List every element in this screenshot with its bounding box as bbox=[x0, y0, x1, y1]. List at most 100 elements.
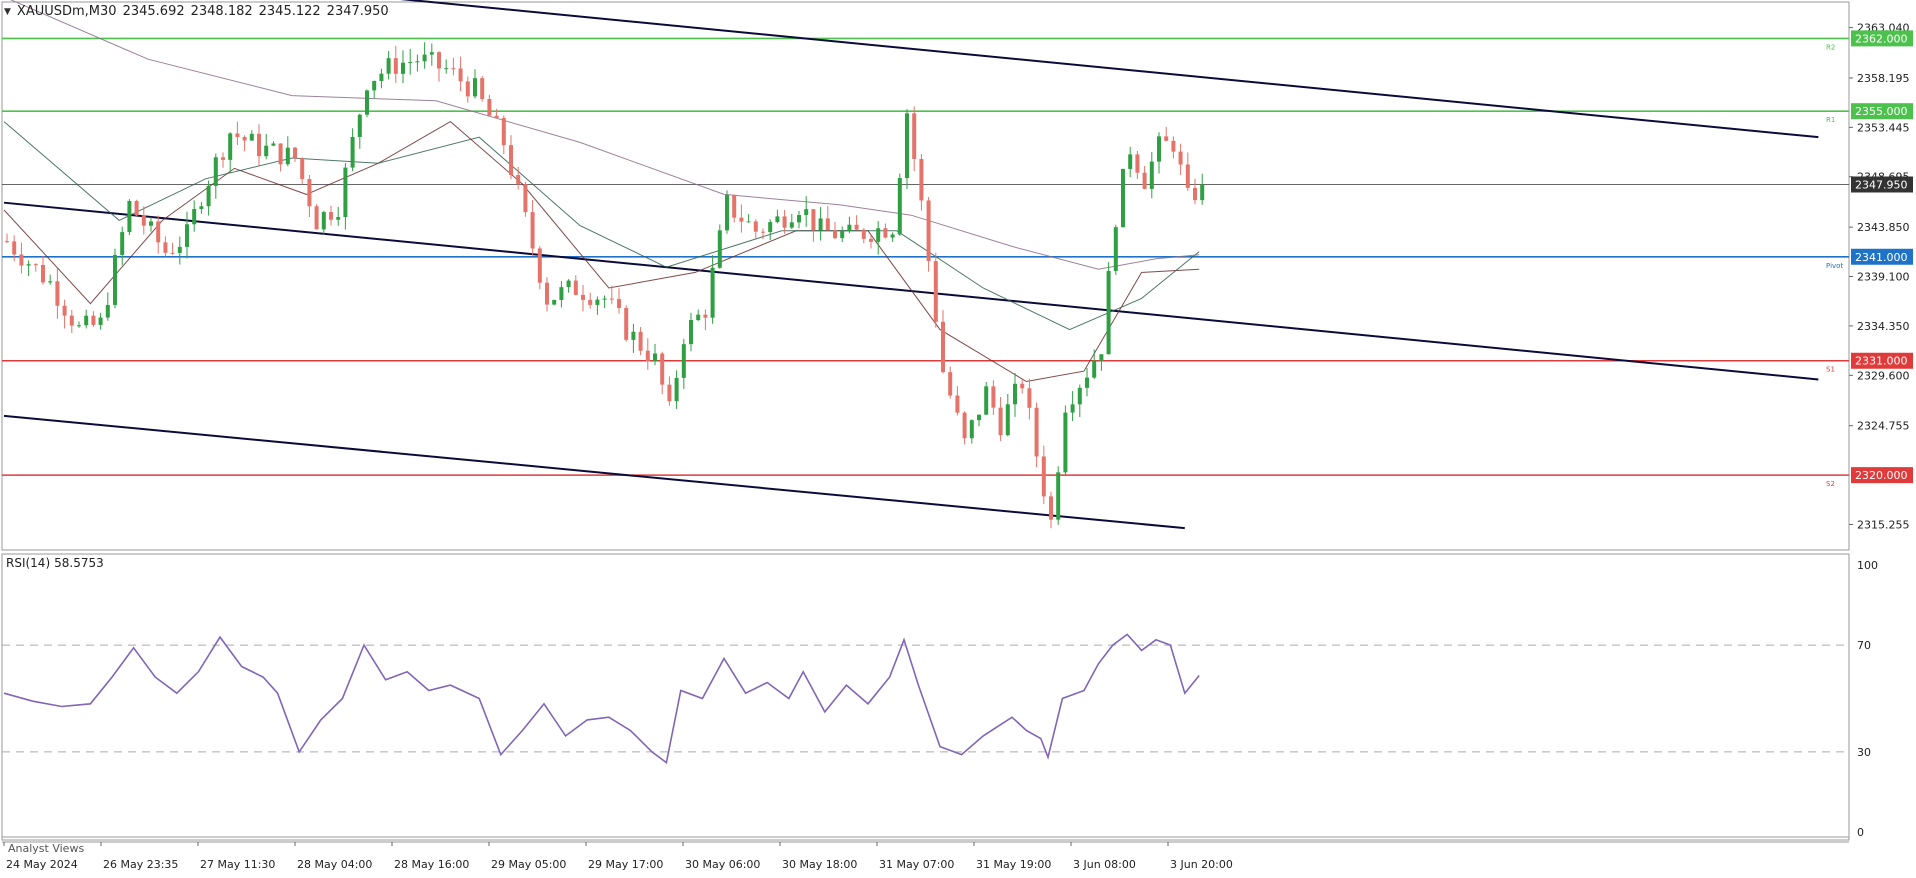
candle-body bbox=[350, 136, 355, 168]
candle-body bbox=[1200, 184, 1205, 201]
candle bbox=[667, 376, 672, 406]
candle-body bbox=[746, 221, 751, 223]
candle bbox=[1099, 354, 1104, 371]
candle bbox=[1164, 126, 1169, 142]
candle bbox=[408, 48, 413, 75]
candle-body bbox=[12, 241, 17, 255]
candle-body bbox=[77, 325, 81, 327]
candle-body bbox=[530, 212, 535, 249]
candle-body bbox=[141, 215, 146, 226]
candle bbox=[955, 386, 960, 416]
price-tag-2355.000: 2355.000 bbox=[1855, 105, 1908, 118]
candle bbox=[213, 153, 218, 199]
candle bbox=[674, 370, 679, 409]
candle-body bbox=[588, 299, 593, 305]
candle bbox=[41, 255, 45, 285]
price-tick-label: 2315.255 bbox=[1857, 518, 1910, 531]
candle bbox=[437, 51, 441, 82]
candle bbox=[473, 69, 477, 99]
candle-body bbox=[213, 157, 218, 186]
candle bbox=[631, 323, 636, 353]
candle-body bbox=[113, 254, 117, 305]
candle-body bbox=[156, 221, 161, 243]
candle bbox=[386, 51, 391, 80]
candle-body bbox=[62, 305, 67, 316]
candle bbox=[26, 260, 31, 277]
candle bbox=[149, 217, 153, 232]
candle bbox=[804, 196, 809, 227]
candle-body bbox=[221, 157, 225, 160]
candle bbox=[861, 228, 866, 244]
candle bbox=[264, 133, 269, 160]
candle bbox=[746, 214, 751, 223]
candle bbox=[177, 236, 182, 265]
candle bbox=[1063, 405, 1068, 476]
candle bbox=[120, 226, 125, 266]
candle bbox=[350, 128, 355, 172]
candle-body bbox=[206, 185, 211, 207]
candle-body bbox=[134, 200, 139, 216]
candle-body bbox=[631, 331, 636, 340]
open-value: 2345.692 bbox=[122, 4, 185, 19]
candle bbox=[854, 215, 859, 230]
candle-body bbox=[437, 52, 441, 69]
candles-layer bbox=[5, 42, 1205, 529]
candle bbox=[329, 205, 333, 226]
candle-body bbox=[602, 298, 607, 300]
candle-body bbox=[105, 304, 110, 318]
candle bbox=[530, 200, 535, 257]
candle bbox=[300, 157, 305, 184]
candle-body bbox=[869, 238, 873, 242]
candle-body bbox=[41, 264, 45, 283]
candle bbox=[321, 210, 326, 235]
high-value: 2348.182 bbox=[190, 4, 253, 19]
candle-body bbox=[775, 216, 780, 223]
candle-body bbox=[725, 195, 729, 231]
candle-body bbox=[941, 321, 945, 373]
candle-body bbox=[696, 314, 701, 321]
candle-body bbox=[393, 58, 398, 74]
candle-body bbox=[1005, 404, 1010, 436]
time-tick-label: 29 May 17:00 bbox=[588, 858, 663, 871]
candle bbox=[1085, 367, 1089, 397]
candle-body bbox=[797, 215, 801, 223]
candle-body bbox=[98, 317, 103, 325]
candle bbox=[984, 382, 989, 416]
candle-body bbox=[242, 136, 247, 141]
close-value: 2347.950 bbox=[326, 4, 389, 19]
analyst-views-label[interactable]: Analyst Views bbox=[8, 842, 84, 855]
candle bbox=[494, 108, 499, 119]
candle bbox=[1070, 391, 1075, 421]
candle-body bbox=[458, 68, 463, 82]
price-tag-2347.950: 2347.950 bbox=[1855, 178, 1908, 191]
price-tag-2331.000: 2331.000 bbox=[1855, 355, 1908, 368]
candle bbox=[797, 210, 801, 229]
candle-body bbox=[1106, 270, 1111, 355]
time-tick-label: 24 May 2024 bbox=[6, 858, 78, 871]
candle-body bbox=[264, 145, 269, 157]
rsi-header: RSI(14) 58.5753 bbox=[6, 556, 104, 570]
chart-header: ▼ XAUUSDm,M30 2345.692 2348.182 2345.122… bbox=[4, 4, 389, 20]
candle-body bbox=[710, 267, 715, 318]
price-tag-2341.000: 2341.000 bbox=[1855, 251, 1908, 264]
channel-line-middle bbox=[3, 201, 1819, 381]
candle bbox=[451, 57, 456, 76]
candle bbox=[768, 219, 773, 240]
candle bbox=[458, 56, 463, 92]
candle bbox=[84, 309, 89, 329]
candle bbox=[1171, 136, 1176, 159]
candle-body bbox=[465, 81, 470, 97]
collapse-triangle-icon[interactable]: ▼ bbox=[4, 4, 11, 20]
time-tick-label: 28 May 04:00 bbox=[297, 858, 372, 871]
time-tick-label: 3 Jun 08:00 bbox=[1073, 858, 1136, 871]
chart-root: R2 R1 Pivot S1 S2 2363.040 2358.195 2353.445 23… bbox=[0, 0, 1916, 874]
candle-body bbox=[1020, 383, 1025, 389]
candle-body bbox=[566, 280, 571, 288]
candle bbox=[1077, 384, 1082, 418]
candle bbox=[285, 136, 290, 167]
candle bbox=[1056, 466, 1061, 525]
candle bbox=[33, 263, 38, 272]
candle-body bbox=[674, 377, 679, 402]
candle-body bbox=[833, 230, 837, 239]
candle-body bbox=[120, 232, 125, 255]
